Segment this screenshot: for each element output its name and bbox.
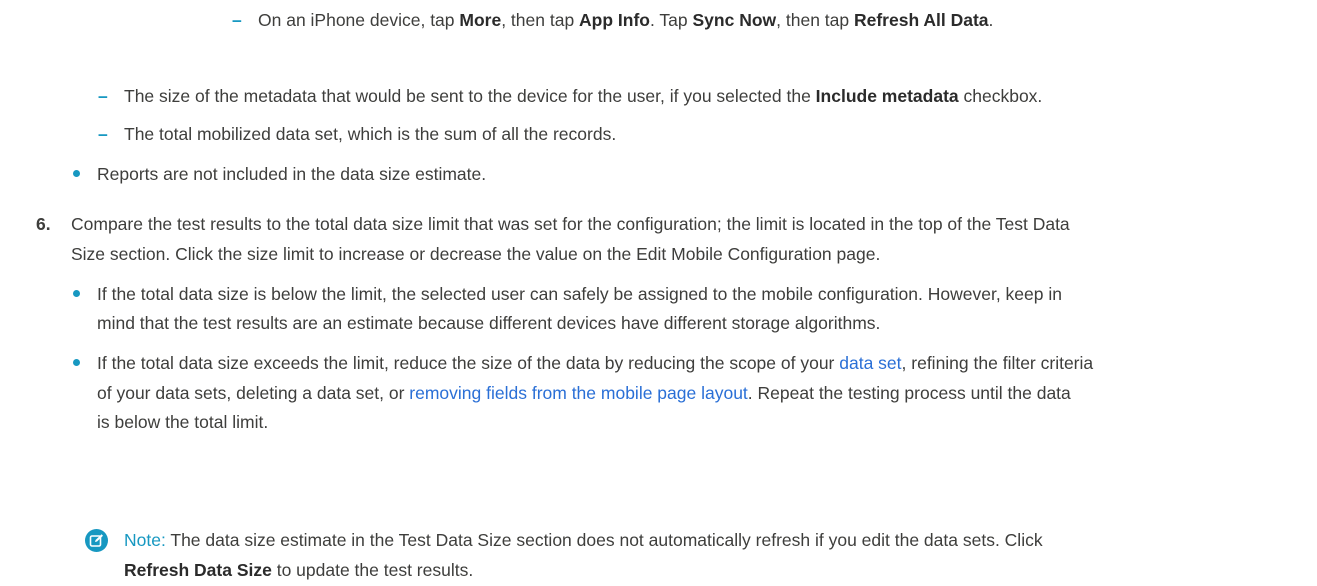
bullet-exceeds-limit-line-2: of your data sets, deleting a data set, … xyxy=(97,383,1071,403)
list-item-iphone-instruction: On an iPhone device, tap More, then tap … xyxy=(258,10,994,30)
bullet-below-limit-line-2: mind that the test results are an estima… xyxy=(97,313,881,333)
refresh-data-size-label: Refresh Data Size xyxy=(124,560,272,580)
note-line-2: Refresh Data Size to update the test res… xyxy=(124,560,474,580)
step-6-line-2: Size section. Click the size limit to in… xyxy=(71,244,881,264)
list-item-reports: Reports are not included in the data siz… xyxy=(97,164,487,184)
note-line-1: Note: The data size estimate in the Test… xyxy=(124,530,1043,550)
note-label: Note: xyxy=(124,530,166,550)
bullet-dot xyxy=(73,290,80,297)
bullet-dot xyxy=(73,170,80,177)
list-item-metadata-size: The size of the metadata that would be s… xyxy=(124,86,1043,106)
include-metadata-label: Include metadata xyxy=(815,86,959,106)
data-set-link[interactable]: data set xyxy=(839,353,901,373)
dash-marker: – xyxy=(98,124,108,144)
bullet-exceeds-limit-line-3: is below the total limit. xyxy=(97,412,269,432)
bullet-below-limit-line-1: If the total data size is below the limi… xyxy=(97,284,1062,304)
refresh-all-data-label: Refresh All Data xyxy=(853,10,989,30)
step-number: 6. xyxy=(36,214,51,234)
removing-fields-link[interactable]: removing fields from the mobile page lay… xyxy=(409,383,748,403)
sync-now-label: Sync Now xyxy=(692,10,777,30)
more-label: More xyxy=(459,10,502,30)
step-6-line-1: Compare the test results to the total da… xyxy=(71,214,1070,234)
dash-marker: – xyxy=(232,10,242,30)
bullet-dot xyxy=(73,359,80,366)
list-item-total-mobilized: The total mobilized data set, which is t… xyxy=(124,124,617,144)
dash-marker: – xyxy=(98,86,108,106)
note-edit-icon xyxy=(85,529,108,552)
bullet-exceeds-limit-line-1: If the total data size exceeds the limit… xyxy=(97,353,1094,373)
app-info-label: App Info xyxy=(579,10,650,30)
